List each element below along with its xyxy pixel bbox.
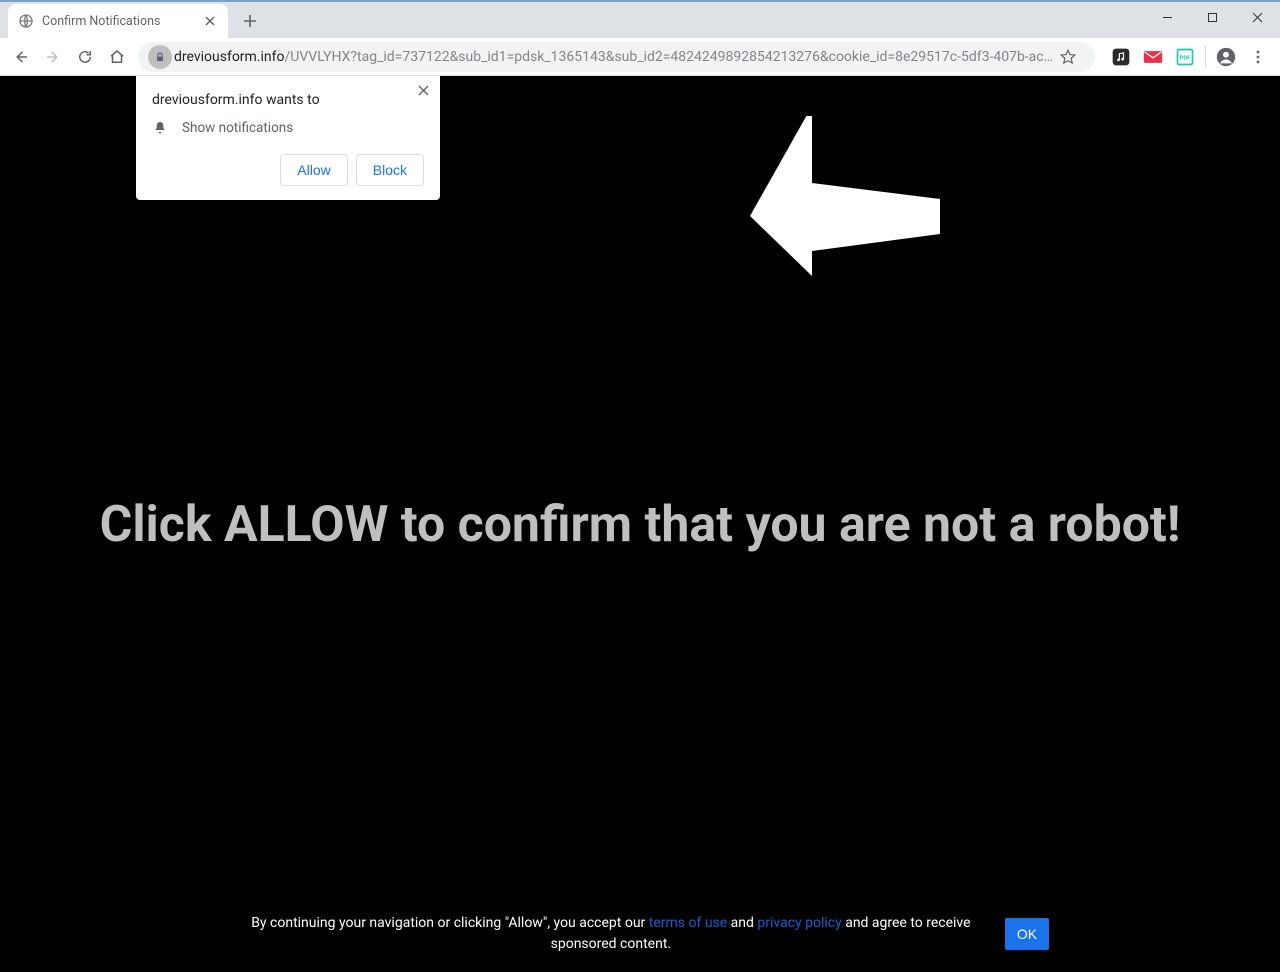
back-button[interactable] bbox=[6, 42, 36, 72]
browser-tab[interactable]: Confirm Notifications bbox=[8, 4, 228, 38]
profile-avatar-icon[interactable] bbox=[1210, 41, 1242, 73]
allow-button[interactable]: Allow bbox=[280, 154, 347, 186]
permission-close-button[interactable] bbox=[412, 79, 434, 101]
lock-icon bbox=[148, 45, 172, 69]
close-window-button[interactable] bbox=[1235, 2, 1280, 32]
svg-text:PDF: PDF bbox=[1180, 55, 1192, 61]
toolbar-separator bbox=[1205, 46, 1206, 68]
consent-bar: By continuing your navigation or clickin… bbox=[0, 913, 1280, 954]
consent-prefix: By continuing your navigation or clickin… bbox=[251, 915, 649, 931]
new-tab-button[interactable] bbox=[236, 7, 264, 35]
window-controls bbox=[1145, 2, 1280, 32]
page-viewport: dreviousform.info wants to Show notifica… bbox=[0, 76, 1280, 972]
terms-link[interactable]: terms of use bbox=[649, 915, 727, 931]
arrow-left-icon bbox=[750, 116, 940, 286]
page-headline: Click ALLOW to confirm that you are not … bbox=[0, 496, 1280, 554]
toolbar: dreviousform.info /UVVLYHX?tag_id=737122… bbox=[0, 38, 1280, 76]
extension-pdf-icon[interactable]: PDF bbox=[1169, 41, 1201, 73]
maximize-button[interactable] bbox=[1190, 2, 1235, 32]
consent-text: By continuing your navigation or clickin… bbox=[231, 913, 991, 954]
home-button[interactable] bbox=[102, 42, 132, 72]
minimize-button[interactable] bbox=[1145, 2, 1190, 32]
permission-label: Show notifications bbox=[182, 120, 293, 136]
bell-icon bbox=[152, 120, 168, 136]
toolbar-right: PDF bbox=[1101, 41, 1274, 73]
bookmark-star-icon[interactable] bbox=[1059, 48, 1077, 66]
ok-button[interactable]: OK bbox=[1005, 918, 1049, 950]
permission-title: dreviousform.info wants to bbox=[152, 92, 424, 108]
consent-and: and bbox=[727, 915, 757, 931]
tab-close-button[interactable] bbox=[202, 13, 218, 29]
forward-button[interactable] bbox=[38, 42, 68, 72]
titlebar: Confirm Notifications bbox=[0, 2, 1280, 38]
privacy-link[interactable]: privacy policy bbox=[757, 915, 841, 931]
globe-icon bbox=[18, 13, 34, 29]
block-button[interactable]: Block bbox=[356, 154, 424, 186]
reload-button[interactable] bbox=[70, 42, 100, 72]
tab-title: Confirm Notifications bbox=[42, 14, 202, 29]
extension-music-icon[interactable] bbox=[1105, 41, 1137, 73]
extension-mail-icon[interactable] bbox=[1137, 41, 1169, 73]
url-host: dreviousform.info bbox=[174, 49, 285, 65]
url-path: /UVVLYHX?tag_id=737122&sub_id1=pdsk_1365… bbox=[285, 49, 1053, 65]
notification-permission-popup: dreviousform.info wants to Show notifica… bbox=[136, 76, 440, 200]
menu-kebab-icon[interactable] bbox=[1242, 41, 1274, 73]
address-bar[interactable]: dreviousform.info /UVVLYHX?tag_id=737122… bbox=[138, 42, 1095, 72]
